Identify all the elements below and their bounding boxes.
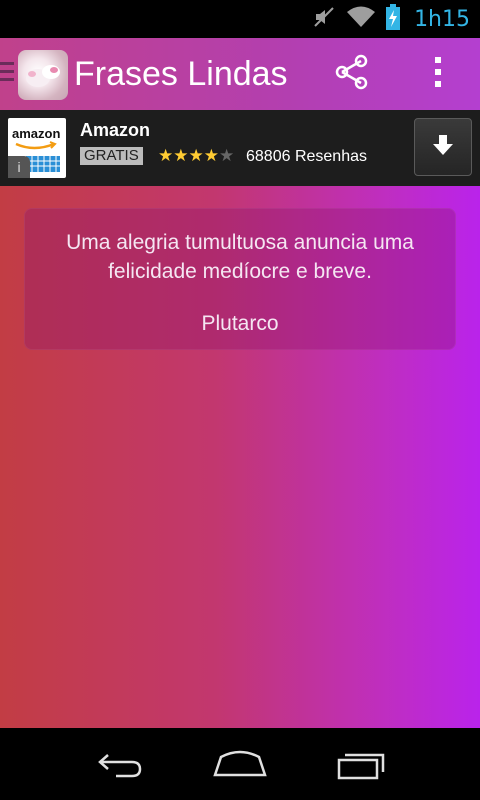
navigation-bar [0,728,480,800]
ad-download-button[interactable] [414,118,472,176]
home-icon [211,749,269,784]
status-clock: 1h15 [414,6,470,32]
ad-banner[interactable]: amazon i Amazon GRATIS ★★★★★ 68806 Resen… [0,110,480,186]
share-button[interactable] [330,54,374,94]
info-icon[interactable]: i [8,156,30,178]
battery-charging-icon [386,3,401,35]
ad-review-count: 68806 Resenhas [246,148,367,165]
back-button[interactable] [90,748,150,784]
home-button[interactable] [210,748,270,784]
recents-icon [333,748,387,785]
app-icon[interactable] [18,50,68,100]
ad-app-name: Amazon [80,120,151,140]
star-filled-icon: ★ [158,146,174,165]
share-icon [332,52,372,97]
ad-price-badge: GRATIS [80,147,143,165]
back-icon [94,749,146,784]
ad-logo-text: amazon [12,126,61,141]
star-filled-icon: ★ [173,146,189,165]
quote-text: Uma alegria tumultuosa anuncia uma felic… [66,231,414,283]
star-filled-icon: ★ [203,146,219,165]
action-bar: Frases Lindas e [0,38,480,110]
content-area: Uma alegria tumultuosa anuncia uma felic… [0,186,480,728]
overflow-menu-icon [433,55,443,94]
download-icon [430,132,456,163]
star-filled-icon: ★ [188,146,204,165]
recents-button[interactable] [330,748,390,784]
drawer-indicator-icon[interactable] [0,62,14,86]
status-bar: 1h15 [0,0,480,38]
wifi-icon [346,5,376,34]
mute-icon [312,5,336,34]
quote-card[interactable]: Uma alegria tumultuosa anuncia uma felic… [24,208,456,350]
app-title: Frases Lindas e [74,55,296,93]
star-empty-icon: ★ [219,146,235,165]
quote-author: Plutarco [201,312,279,335]
ad-rating-stars: ★★★★★ [158,146,234,166]
overflow-menu-button[interactable] [420,54,456,94]
